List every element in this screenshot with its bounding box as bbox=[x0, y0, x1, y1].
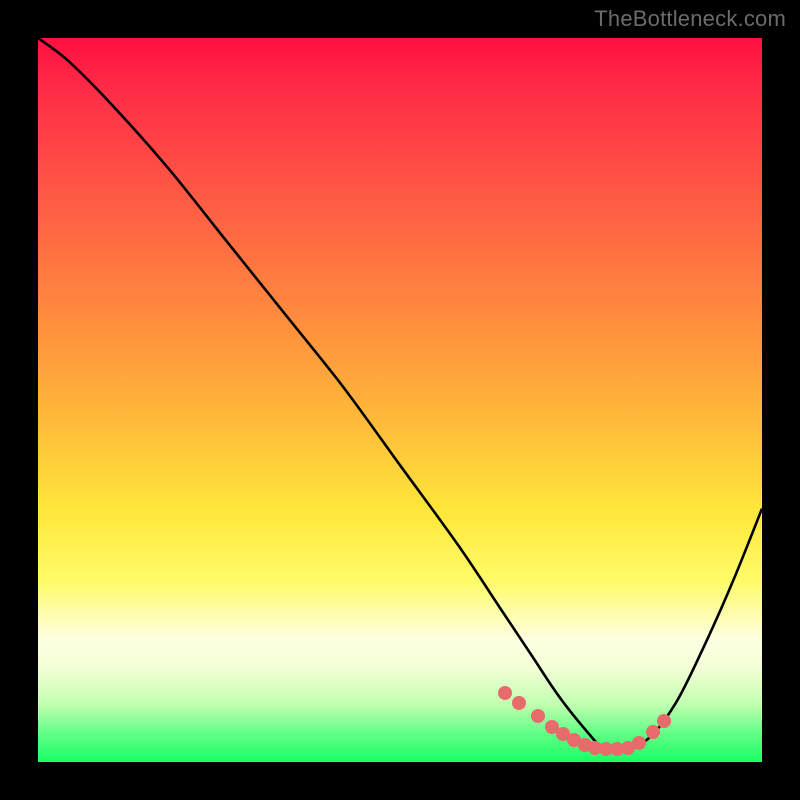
highlight-dot bbox=[646, 725, 660, 739]
highlight-dot bbox=[512, 696, 526, 710]
bottleneck-curve-path bbox=[38, 38, 762, 749]
highlight-dot bbox=[632, 736, 646, 750]
curve-layer bbox=[38, 38, 762, 762]
highlight-dot bbox=[531, 709, 545, 723]
chart-stage: TheBottleneck.com bbox=[0, 0, 800, 800]
plot-area bbox=[38, 38, 762, 762]
watermark-text: TheBottleneck.com bbox=[594, 6, 786, 32]
